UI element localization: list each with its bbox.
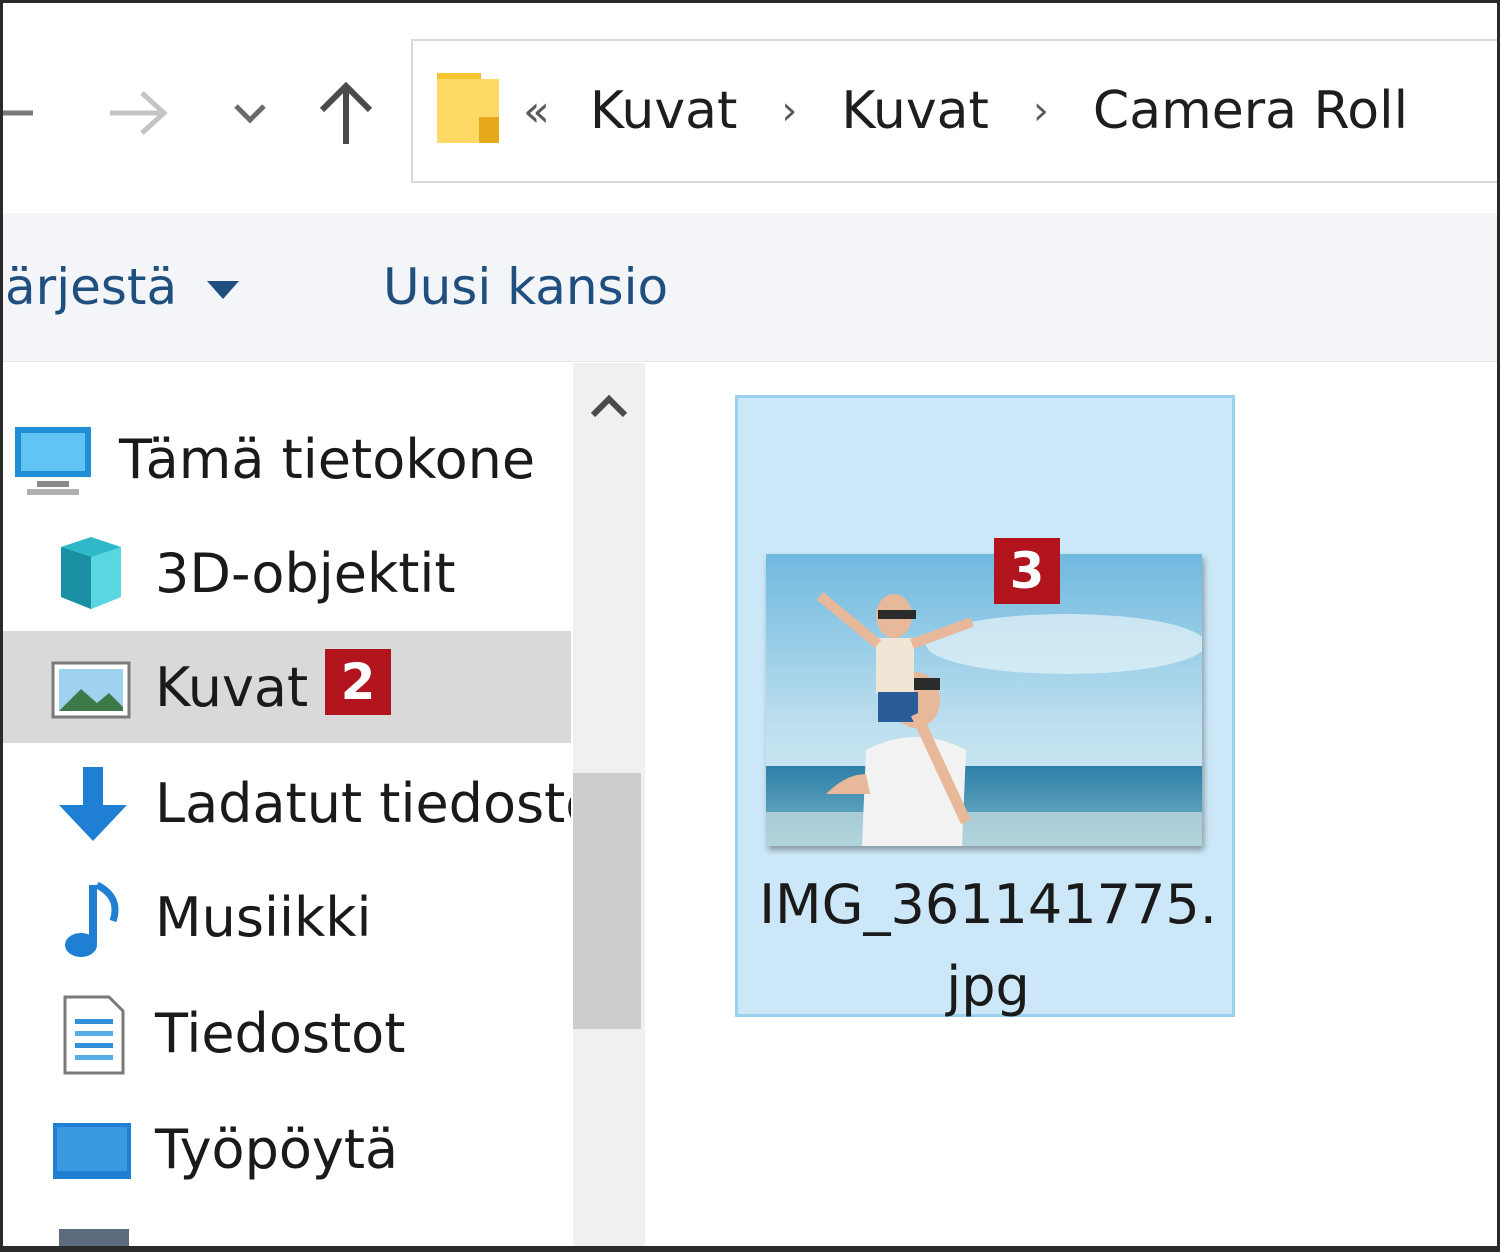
breadcrumb-item-kuvat-root[interactable]: Kuvat (590, 81, 738, 141)
breadcrumb-overflow[interactable]: « (523, 86, 550, 137)
photo-thumbnail-icon (766, 554, 1202, 846)
breadcrumb-separator[interactable]: › (781, 88, 797, 134)
documents-icon (63, 995, 125, 1075)
navigation-pane: Tämä tietokone 3D-objektit Kuvat 2 Ladat… (3, 363, 571, 1246)
computer-icon (15, 427, 91, 495)
file-name[interactable]: IMG_361141775.jpg (758, 864, 1218, 1028)
music-icon (65, 881, 119, 957)
recent-locations-button[interactable] (225, 73, 275, 153)
navigation-row: « Kuvat › Kuvat › Camera Roll (3, 3, 1497, 213)
annotation-badge-3: 3 (994, 538, 1060, 604)
desktop-icon (53, 1123, 131, 1179)
nav-item-3d-objects[interactable]: 3D-objektit (3, 517, 571, 629)
back-button[interactable] (3, 73, 43, 153)
forward-arrow-icon (110, 91, 168, 135)
breadcrumb: « Kuvat › Kuvat › Camera Roll (523, 41, 1408, 181)
back-arrow-icon (3, 110, 33, 116)
command-bar: ärjestä Uusi kansio (3, 213, 1497, 362)
folder-icon (437, 73, 499, 143)
sort-label: ärjestä (5, 258, 178, 316)
nav-label: Musiikki (155, 885, 372, 949)
file-item[interactable]: 3 IMG_361141775.jpg (735, 395, 1235, 1018)
navigation-scrollbar[interactable] (573, 363, 645, 1246)
breadcrumb-item-camera-roll[interactable]: Camera Roll (1093, 81, 1408, 141)
caret-down-icon (207, 281, 240, 299)
downloads-icon (59, 767, 127, 841)
address-bar[interactable]: « Kuvat › Kuvat › Camera Roll (411, 39, 1497, 183)
file-explorer-window: « Kuvat › Kuvat › Camera Roll ärjestä Uu… (0, 0, 1500, 1252)
nav-label: Työpöytä (155, 1117, 399, 1181)
up-button[interactable] (311, 73, 381, 153)
breadcrumb-separator[interactable]: › (1033, 88, 1049, 134)
nav-label: Ladatut tiedosto (155, 771, 571, 835)
scrollbar-thumb[interactable] (573, 773, 641, 1029)
nav-label: Tämä tietokone (119, 427, 536, 491)
forward-button[interactable] (103, 73, 173, 153)
nav-label: Kuvat (155, 655, 309, 719)
nav-item-pictures[interactable]: Kuvat 2 (3, 631, 571, 743)
sort-button[interactable]: ärjestä (5, 213, 240, 361)
nav-label: Tiedostot (155, 1001, 406, 1065)
new-folder-label: Uusi kansio (383, 258, 669, 316)
scroll-up-icon[interactable] (587, 385, 631, 429)
nav-item-downloads[interactable]: Ladatut tiedosto (3, 747, 571, 859)
nav-label: 3D-objektit (155, 541, 456, 605)
nav-item-documents[interactable]: Tiedostot (3, 977, 571, 1089)
nav-item-music[interactable]: Musiikki (3, 861, 571, 973)
chevron-down-icon (234, 104, 266, 124)
annotation-badge-2: 2 (325, 649, 391, 715)
nav-item-desktop[interactable]: Työpöytä (3, 1093, 571, 1205)
image-thumbnail (766, 554, 1202, 846)
pictures-icon (51, 661, 131, 719)
new-folder-button[interactable]: Uusi kansio (383, 213, 668, 361)
breadcrumb-item-kuvat[interactable]: Kuvat (841, 81, 989, 141)
up-arrow-icon (319, 81, 373, 144)
file-list: 3 IMG_361141775.jpg (645, 363, 1497, 1246)
3d-objects-icon (61, 537, 121, 609)
nav-item-this-pc[interactable]: Tämä tietokone (3, 403, 571, 515)
